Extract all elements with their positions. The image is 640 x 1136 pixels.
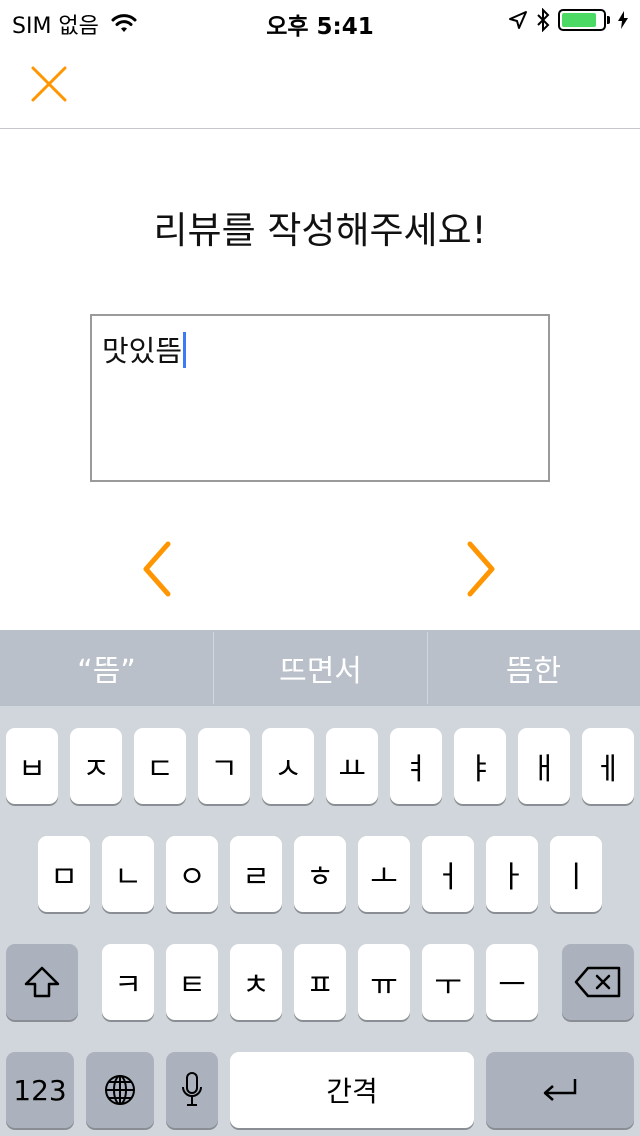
key[interactable]: ㅠ [358,944,410,1020]
suggestion-item[interactable]: 뜨면서 [214,630,427,706]
key[interactable]: ㅓ [422,836,474,912]
charging-icon [618,11,628,29]
shift-icon [24,966,60,998]
app-screen: SIM 없음 오후 5:41 리뷰를 작성해주세요! 맛있뜸 “뜸” 뜨면서 뜸… [0,0,640,1136]
suggestion-item[interactable]: 뜸한 [427,630,640,706]
location-icon [509,11,527,29]
key[interactable]: ㅁ [38,836,90,912]
microphone-key[interactable] [166,1052,218,1128]
delete-key[interactable] [562,944,634,1020]
page-title: 리뷰를 작성해주세요! [153,209,487,252]
battery-icon [558,9,610,31]
key[interactable]: ㅕ [390,728,442,804]
shift-key[interactable] [6,944,78,1020]
battery-fill [562,13,596,27]
globe-icon [105,1075,135,1105]
key[interactable]: ㅐ [518,728,570,804]
key[interactable]: ㅌ [166,944,218,1020]
key[interactable]: ㄷ [134,728,186,804]
bluetooth-icon [537,8,550,32]
battery-cap [607,16,610,24]
delete-icon [574,966,621,998]
key[interactable]: ㅇ [166,836,218,912]
key[interactable]: ㅎ [294,836,346,912]
close-icon[interactable] [28,63,70,105]
chevron-left-icon[interactable] [138,540,178,598]
suggestion-bar: “뜸” 뜨면서 뜸한 [0,630,640,706]
microphone-icon [182,1072,202,1106]
key[interactable]: ㅍ [294,944,346,1020]
key[interactable]: ㅜ [422,944,474,1020]
keyboard: “뜸” 뜨면서 뜸한 ㅂ ㅈ ㄷ ㄱ ㅅ ㅛ ㅕ ㅑ ㅐ ㅔ ㅁ ㄴ ㅇ ㄹ ㅎ… [0,630,640,1136]
key[interactable]: ㄱ [198,728,250,804]
text-cursor [183,332,187,368]
key[interactable]: ㅂ [6,728,58,804]
key[interactable]: ㅗ [358,836,410,912]
nav-bar [0,40,640,129]
key[interactable]: ㅏ [486,836,538,912]
key[interactable]: ㅈ [70,728,122,804]
numbers-key[interactable]: 123 [6,1052,74,1128]
space-key[interactable]: 간격 [230,1052,474,1128]
suggestion-item[interactable]: “뜸” [0,630,213,706]
key[interactable]: ㅡ [486,944,538,1020]
key[interactable]: ㄹ [230,836,282,912]
status-right [508,8,628,32]
chevron-right-icon[interactable] [460,540,500,598]
key[interactable]: ㅔ [582,728,634,804]
review-input[interactable]: 맛있뜸 [90,314,550,482]
key[interactable]: ㅋ [102,944,154,1020]
key[interactable]: ㅛ [326,728,378,804]
return-icon [543,1079,577,1101]
key[interactable]: ㅑ [454,728,506,804]
review-text: 맛있뜸 [102,334,183,368]
battery-body [558,9,606,31]
status-bar: SIM 없음 오후 5:41 [0,0,640,40]
key[interactable]: ㅣ [550,836,602,912]
return-key[interactable] [486,1052,634,1128]
key[interactable]: ㄴ [102,836,154,912]
globe-key[interactable] [86,1052,154,1128]
key[interactable]: ㅅ [262,728,314,804]
key[interactable]: ㅊ [230,944,282,1020]
